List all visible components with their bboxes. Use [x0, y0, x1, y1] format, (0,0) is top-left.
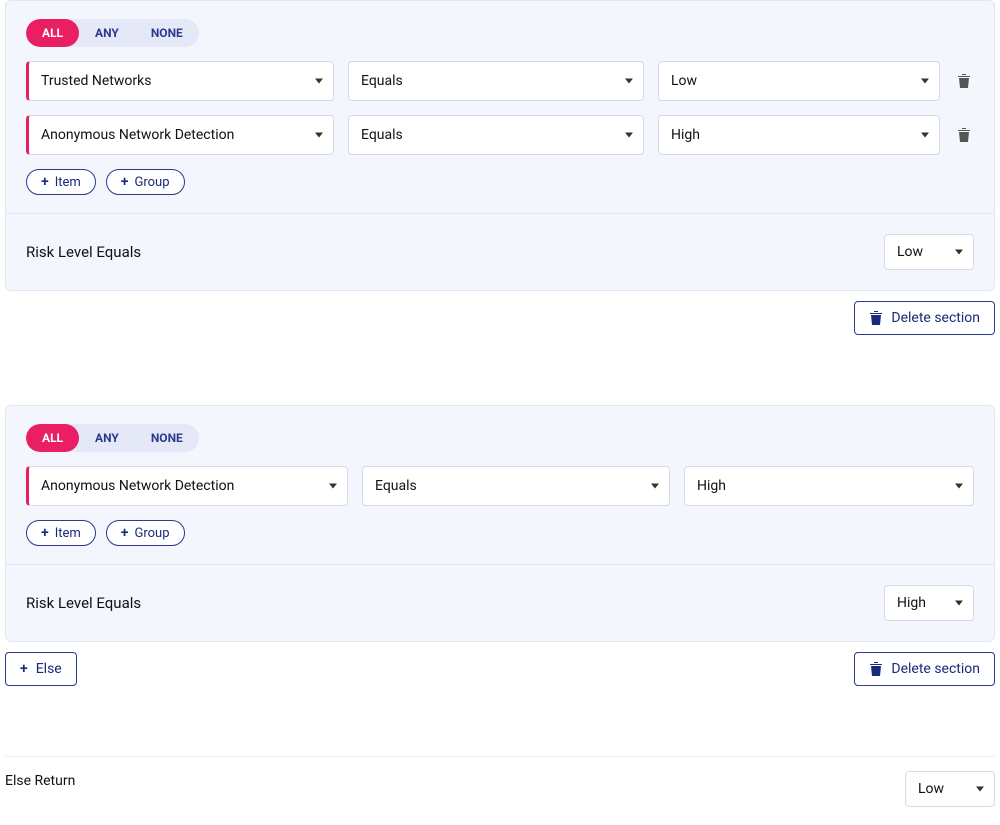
else-return-dropdown[interactable]: Low [905, 771, 995, 807]
section-body: ALL ANY NONE Trusted Networks Equals Low [6, 1, 994, 213]
add-item-button[interactable]: + Item [26, 169, 96, 195]
add-else-button[interactable]: + Else [5, 652, 77, 686]
section-footer: + Else Delete section [5, 652, 995, 686]
result-bar: Risk Level Equals Low [6, 213, 994, 290]
field-dropdown[interactable]: Anonymous Network Detection [26, 115, 334, 155]
plus-icon: + [121, 526, 129, 540]
operator-dropdown[interactable]: Equals [362, 466, 670, 506]
result-value-dropdown[interactable]: High [884, 585, 974, 621]
field-dropdown-value: Trusted Networks [41, 73, 151, 89]
delete-section-label: Delete section [891, 661, 980, 677]
logic-pill-all[interactable]: ALL [26, 19, 79, 47]
plus-icon: + [20, 662, 28, 676]
result-label: Risk Level Equals [26, 594, 141, 612]
field-dropdown-value: Anonymous Network Detection [41, 127, 234, 143]
chevron-down-icon [651, 484, 659, 489]
logic-pill-all[interactable]: ALL [26, 424, 79, 452]
delete-row-button[interactable] [954, 127, 974, 143]
else-return-value: Low [918, 781, 944, 797]
operator-dropdown[interactable]: Equals [348, 115, 644, 155]
add-group-label: Group [135, 175, 170, 190]
chevron-down-icon [315, 133, 323, 138]
add-group-button[interactable]: + Group [106, 520, 185, 546]
delete-section-button[interactable]: Delete section [854, 652, 995, 686]
section-footer: Delete section [5, 301, 995, 335]
field-dropdown[interactable]: Anonymous Network Detection [26, 466, 348, 506]
value-dropdown-value: Low [671, 73, 697, 89]
plus-icon: + [41, 175, 49, 189]
add-buttons: + Item + Group [26, 169, 974, 195]
value-dropdown[interactable]: Low [658, 61, 940, 101]
plus-icon: + [121, 175, 129, 189]
add-else-label: Else [36, 661, 62, 677]
chevron-down-icon [625, 79, 633, 84]
trash-icon [869, 661, 883, 677]
delete-row-button[interactable] [954, 73, 974, 89]
chevron-down-icon [955, 601, 963, 606]
value-dropdown[interactable]: High [658, 115, 940, 155]
chevron-down-icon [329, 484, 337, 489]
chevron-down-icon [955, 484, 963, 489]
else-return-label: Else Return [5, 771, 75, 789]
result-value-dropdown[interactable]: Low [884, 234, 974, 270]
rule-section: ALL ANY NONE Anonymous Network Detection… [5, 405, 995, 642]
field-dropdown-value: Anonymous Network Detection [41, 478, 234, 494]
logic-operator-group: ALL ANY NONE [26, 424, 199, 452]
trash-icon [957, 73, 971, 89]
field-dropdown[interactable]: Trusted Networks [26, 61, 334, 101]
operator-dropdown-value: Equals [361, 127, 403, 143]
chevron-down-icon [625, 133, 633, 138]
operator-dropdown-value: Equals [361, 73, 403, 89]
add-item-label: Item [55, 526, 81, 541]
add-group-button[interactable]: + Group [106, 169, 185, 195]
logic-operator-group: ALL ANY NONE [26, 19, 199, 47]
operator-dropdown-value: Equals [375, 478, 417, 494]
plus-icon: + [41, 526, 49, 540]
result-label: Risk Level Equals [26, 243, 141, 261]
add-item-button[interactable]: + Item [26, 520, 96, 546]
operator-dropdown[interactable]: Equals [348, 61, 644, 101]
chevron-down-icon [976, 787, 984, 792]
result-bar: Risk Level Equals High [6, 564, 994, 641]
result-value: Low [897, 244, 923, 260]
chevron-down-icon [921, 133, 929, 138]
chevron-down-icon [955, 250, 963, 255]
else-return-row: Else Return Low [0, 757, 1000, 807]
chevron-down-icon [315, 79, 323, 84]
delete-section-label: Delete section [891, 310, 980, 326]
delete-section-button[interactable]: Delete section [854, 301, 995, 335]
logic-pill-none[interactable]: NONE [135, 424, 199, 452]
logic-pill-any[interactable]: ANY [79, 19, 135, 47]
logic-pill-none[interactable]: NONE [135, 19, 199, 47]
condition-row: Anonymous Network Detection Equals High [26, 115, 974, 155]
value-dropdown-value: High [671, 127, 700, 143]
trash-icon [957, 127, 971, 143]
add-buttons: + Item + Group [26, 520, 974, 546]
add-item-label: Item [55, 175, 81, 190]
trash-icon [869, 310, 883, 326]
chevron-down-icon [921, 79, 929, 84]
value-dropdown[interactable]: High [684, 466, 974, 506]
rule-section: ALL ANY NONE Trusted Networks Equals Low [5, 0, 995, 291]
result-value: High [897, 595, 926, 611]
condition-row: Trusted Networks Equals Low [26, 61, 974, 101]
value-dropdown-value: High [697, 478, 726, 494]
add-group-label: Group [135, 526, 170, 541]
condition-row: Anonymous Network Detection Equals High [26, 466, 974, 506]
logic-pill-any[interactable]: ANY [79, 424, 135, 452]
section-body: ALL ANY NONE Anonymous Network Detection… [6, 406, 994, 564]
